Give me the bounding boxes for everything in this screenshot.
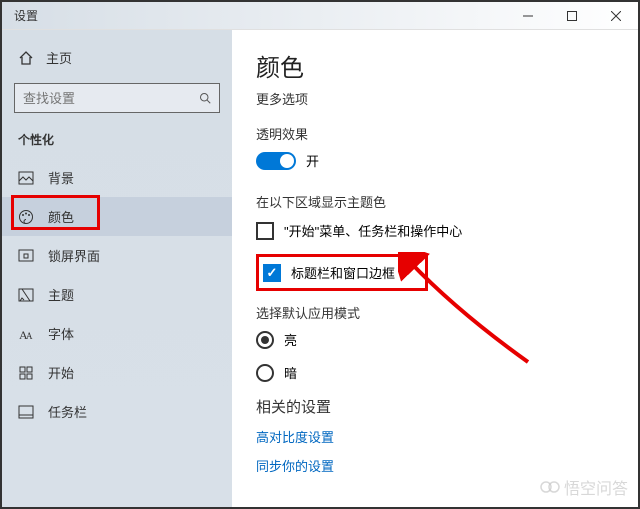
link-high-contrast[interactable]: 高对比度设置	[256, 427, 614, 446]
main-panel: 颜色 更多选项 透明效果 开 在以下区域显示主题色 "开始"菜单、任务栏和操作中…	[232, 30, 638, 507]
checkbox-row-start[interactable]: "开始"菜单、任务栏和操作中心	[256, 219, 614, 242]
page-title: 颜色	[256, 48, 614, 83]
home-nav[interactable]: 主页	[2, 40, 232, 75]
search-input[interactable]	[23, 91, 199, 106]
search-icon	[199, 91, 211, 105]
maximize-icon	[567, 11, 577, 21]
nav-item-start[interactable]: 开始	[2, 353, 232, 392]
nav-item-background[interactable]: 背景	[2, 158, 232, 197]
nav-label: 背景	[48, 168, 74, 187]
radio-row-dark[interactable]: 暗	[256, 363, 614, 382]
nav-item-lockscreen[interactable]: 锁屏界面	[2, 236, 232, 275]
nav-item-fonts[interactable]: AA 字体	[2, 314, 232, 353]
nav-item-themes[interactable]: 主题	[2, 275, 232, 314]
taskbar-icon	[18, 404, 34, 420]
lockscreen-icon	[18, 248, 34, 264]
close-button[interactable]	[594, 2, 638, 30]
close-icon	[611, 11, 621, 21]
transparency-toggle[interactable]	[256, 152, 296, 170]
checkbox-row-titlebar[interactable]: 标题栏和窗口边框	[263, 261, 395, 284]
checkbox-checked-icon	[263, 264, 281, 282]
checkbox-title-label: 标题栏和窗口边框	[291, 263, 395, 282]
radio-dark-label: 暗	[284, 363, 297, 382]
toggle-state: 开	[306, 151, 319, 170]
more-options: 更多选项	[256, 89, 614, 108]
nav-item-taskbar[interactable]: 任务栏	[2, 392, 232, 431]
nav-label: 颜色	[48, 207, 74, 226]
search-box[interactable]	[14, 83, 220, 113]
radio-row-light[interactable]: 亮	[256, 330, 614, 349]
nav-label: 字体	[48, 324, 74, 343]
palette-icon	[18, 209, 34, 225]
radio-selected-icon	[256, 331, 274, 349]
nav-label: 任务栏	[48, 402, 87, 421]
themes-icon	[18, 287, 34, 303]
home-icon	[18, 50, 34, 66]
home-label: 主页	[46, 48, 72, 67]
sidebar: 主页 个性化 背景 颜色 锁屏界面 主题 AA 字体 开始	[2, 30, 232, 507]
nav-item-colors[interactable]: 颜色	[2, 197, 232, 236]
nav-label: 开始	[48, 363, 74, 382]
section-header: 个性化	[2, 127, 232, 158]
app-mode-label: 选择默认应用模式	[256, 303, 614, 322]
window-title: 设置	[14, 7, 38, 24]
nav-label: 主题	[48, 285, 74, 304]
nav-label: 锁屏界面	[48, 246, 100, 265]
picture-icon	[18, 170, 34, 186]
transparency-label: 透明效果	[256, 124, 614, 143]
titlebar: 设置	[2, 2, 638, 30]
related-header: 相关的设置	[256, 396, 614, 417]
minimize-button[interactable]	[506, 2, 550, 30]
accent-surfaces-label: 在以下区域显示主题色	[256, 192, 614, 211]
maximize-button[interactable]	[550, 2, 594, 30]
link-sync[interactable]: 同步你的设置	[256, 456, 614, 475]
checkbox-unchecked-icon	[256, 222, 274, 240]
radio-unselected-icon	[256, 364, 274, 382]
minimize-icon	[523, 11, 533, 21]
start-icon	[18, 365, 34, 381]
radio-light-label: 亮	[284, 330, 297, 349]
svg-text:A: A	[26, 331, 33, 341]
fonts-icon: AA	[18, 326, 34, 342]
checkbox-start-label: "开始"菜单、任务栏和操作中心	[284, 221, 462, 240]
